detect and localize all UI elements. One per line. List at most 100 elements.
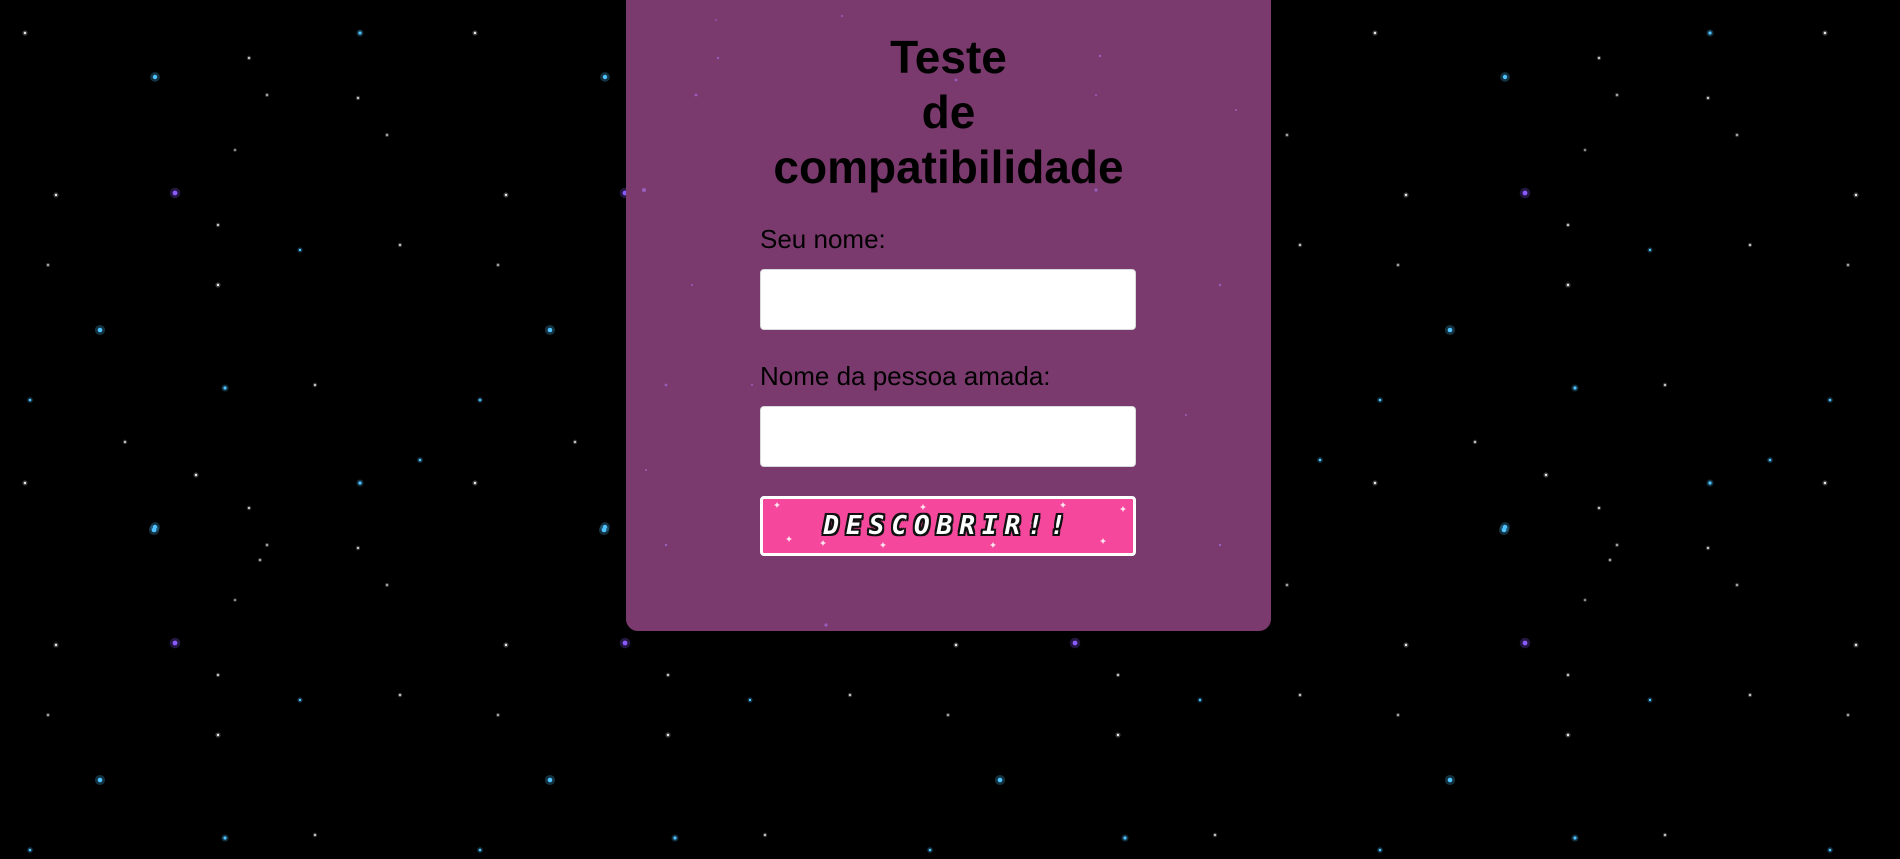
star-icon — [1197, 697, 1203, 703]
star-icon — [215, 672, 221, 678]
star-icon — [1444, 324, 1456, 336]
star-icon — [600, 522, 610, 532]
star-icon — [215, 732, 221, 738]
star-icon — [46, 263, 50, 267]
star-icon — [477, 847, 483, 853]
page-title-line: Teste — [890, 31, 1007, 83]
star-icon — [312, 832, 318, 838]
star-icon — [246, 505, 252, 511]
star-icon — [265, 93, 269, 97]
star-icon — [356, 29, 364, 37]
star-icon — [1571, 384, 1579, 392]
star-icon — [503, 192, 509, 198]
star-icon — [355, 95, 361, 101]
star-icon — [1596, 55, 1602, 61]
star-icon — [1500, 72, 1510, 82]
star-icon — [1403, 192, 1409, 198]
star-icon — [193, 472, 199, 478]
star-icon — [122, 439, 128, 445]
loved-name-input[interactable] — [760, 406, 1136, 467]
star-icon — [27, 397, 33, 403]
star-icon — [355, 545, 361, 551]
star-icon — [619, 637, 631, 649]
star-icon — [1705, 95, 1711, 101]
star-icon — [472, 30, 478, 36]
star-icon — [1747, 242, 1753, 248]
star-icon — [53, 642, 59, 648]
star-icon — [1212, 832, 1218, 838]
star-icon — [691, 284, 693, 286]
star-icon — [1822, 30, 1828, 36]
star-icon — [496, 263, 500, 267]
star-icon — [169, 637, 181, 649]
compatibility-card: Teste de compatibilidade Seu nome: Nome … — [626, 0, 1271, 631]
star-icon — [1583, 598, 1587, 602]
star-icon — [1571, 834, 1579, 842]
star-icon — [1706, 29, 1714, 37]
star-icon — [1372, 30, 1378, 36]
star-icon — [496, 713, 500, 717]
star-icon — [1662, 382, 1668, 388]
star-icon — [297, 247, 303, 253]
star-icon — [1583, 148, 1587, 152]
star-icon — [664, 383, 668, 387]
star-icon — [1396, 263, 1400, 267]
star-icon — [221, 834, 229, 842]
page-title-line: compatibilidade — [773, 141, 1124, 193]
star-icon — [665, 672, 671, 678]
star-icon — [1853, 192, 1859, 198]
discover-button[interactable]: DESCOBRIR!! — [760, 496, 1136, 556]
star-icon — [847, 692, 853, 698]
star-icon — [233, 148, 237, 152]
star-icon — [1069, 637, 1081, 649]
star-icon — [150, 522, 160, 532]
star-icon — [356, 479, 364, 487]
star-icon — [233, 598, 237, 602]
star-icon — [1767, 457, 1773, 463]
star-icon — [946, 713, 950, 717]
star-icon — [1822, 480, 1828, 486]
star-icon — [1403, 642, 1409, 648]
star-icon — [265, 543, 269, 547]
star-icon — [1377, 397, 1383, 403]
star-icon — [385, 133, 389, 137]
star-icon — [671, 834, 679, 842]
star-icon — [544, 324, 556, 336]
star-icon — [1615, 543, 1619, 547]
star-icon — [503, 642, 509, 648]
star-icon — [94, 324, 106, 336]
star-icon — [600, 72, 610, 82]
star-icon — [544, 774, 556, 786]
star-icon — [927, 847, 933, 853]
your-name-input[interactable] — [760, 269, 1136, 330]
star-icon — [572, 439, 578, 445]
star-icon — [169, 187, 181, 199]
star-icon — [841, 15, 843, 17]
star-icon — [94, 774, 106, 786]
star-icon — [751, 384, 753, 386]
star-icon — [258, 558, 262, 562]
star-icon — [1608, 558, 1612, 562]
star-icon — [1472, 439, 1478, 445]
star-icon — [1218, 543, 1222, 547]
star-icon — [1596, 505, 1602, 511]
star-icon — [1115, 732, 1121, 738]
star-icon — [22, 30, 28, 36]
star-icon — [1297, 692, 1303, 698]
star-icon — [645, 469, 647, 471]
star-icon — [1615, 93, 1619, 97]
star-icon — [397, 692, 403, 698]
star-icon — [1662, 832, 1668, 838]
star-icon — [1218, 283, 1222, 287]
star-icon — [150, 72, 160, 82]
star-icon — [1121, 834, 1129, 842]
star-icon — [1853, 642, 1859, 648]
star-icon — [715, 19, 717, 21]
star-icon — [1827, 847, 1833, 853]
star-icon — [1735, 583, 1739, 587]
star-icon — [1519, 637, 1531, 649]
star-icon — [1705, 545, 1711, 551]
star-icon — [1444, 774, 1456, 786]
star-icon — [417, 457, 423, 463]
star-icon — [1647, 247, 1653, 253]
